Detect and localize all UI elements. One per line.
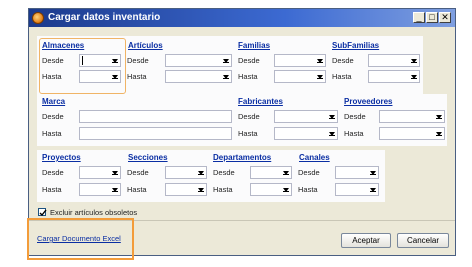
chevron-down-icon: [283, 171, 289, 175]
chevron-down-icon: [112, 188, 118, 192]
chevron-down-icon: [317, 75, 323, 79]
subfamilias-desde-select[interactable]: [368, 54, 420, 67]
check-icon: [39, 209, 47, 217]
chevron-down-icon: [198, 188, 204, 192]
chevron-down-icon: [317, 59, 323, 63]
aceptar-button[interactable]: Aceptar: [341, 233, 391, 248]
canales-desde-label: Desde: [298, 168, 320, 177]
almacenes-desde-select[interactable]: [79, 54, 121, 67]
chevron-down-icon: [112, 75, 118, 79]
proveedores-hasta-select[interactable]: [379, 127, 445, 140]
canales-hasta-select[interactable]: [335, 183, 379, 196]
minimize-button[interactable]: _: [413, 12, 425, 23]
close-button[interactable]: ✕: [439, 12, 451, 23]
chevron-down-icon: [198, 171, 204, 175]
departamentos-desde-label: Desde: [213, 168, 235, 177]
canales-header[interactable]: Canales: [299, 153, 330, 162]
articulos-hasta-label: Hasta: [127, 72, 147, 81]
chevron-down-icon: [223, 75, 229, 79]
proyectos-header[interactable]: Proyectos: [42, 153, 81, 162]
proyectos-desde-select[interactable]: [79, 166, 121, 179]
proveedores-header[interactable]: Proveedores: [344, 97, 392, 106]
excluir-obsoletos-label: Excluir artículos obsoletos: [50, 208, 138, 217]
proyectos-desde-label: Desde: [42, 168, 64, 177]
almacenes-desde-label: Desde: [42, 56, 64, 65]
cancelar-button[interactable]: Cancelar: [397, 233, 449, 248]
proyectos-hasta-label: Hasta: [42, 185, 62, 194]
maximize-button[interactable]: □: [426, 12, 438, 23]
marca-hasta-field[interactable]: [79, 127, 232, 140]
secciones-hasta-select[interactable]: [165, 183, 207, 196]
chevron-down-icon: [283, 188, 289, 192]
chevron-down-icon: [329, 132, 335, 136]
chevron-down-icon: [411, 75, 417, 79]
chevron-down-icon: [411, 59, 417, 63]
familias-hasta-select[interactable]: [274, 70, 326, 83]
chevron-down-icon: [223, 59, 229, 63]
almacenes-hasta-select[interactable]: [79, 70, 121, 83]
secciones-header[interactable]: Secciones: [128, 153, 168, 162]
title-bar[interactable]: Cargar datos inventario _ □ ✕: [29, 9, 455, 27]
almacenes-hasta-label: Hasta: [42, 72, 62, 81]
familias-header[interactable]: Familias: [238, 41, 270, 50]
chevron-down-icon: [370, 171, 376, 175]
chevron-down-icon: [436, 115, 442, 119]
departamentos-header[interactable]: Departamentos: [213, 153, 271, 162]
articulos-header[interactable]: Artículos: [128, 41, 163, 50]
chevron-down-icon: [436, 132, 442, 136]
familias-desde-label: Desde: [238, 56, 260, 65]
articulos-hasta-select[interactable]: [165, 70, 232, 83]
proveedores-hasta-label: Hasta: [344, 129, 364, 138]
proyectos-hasta-select[interactable]: [79, 183, 121, 196]
marca-desde-field[interactable]: [79, 110, 232, 123]
subfamilias-desde-label: Desde: [332, 56, 354, 65]
marca-desde-label: Desde: [42, 112, 64, 121]
secciones-desde-label: Desde: [127, 168, 149, 177]
fabricantes-hasta-label: Hasta: [238, 129, 258, 138]
window-title: Cargar datos inventario: [48, 12, 161, 23]
familias-desde-select[interactable]: [274, 54, 326, 67]
canales-hasta-label: Hasta: [298, 185, 318, 194]
fabricantes-header[interactable]: Fabricantes: [238, 97, 283, 106]
subfamilias-header[interactable]: SubFamilias: [332, 41, 379, 50]
chevron-down-icon: [112, 171, 118, 175]
app-icon: [32, 12, 44, 24]
chevron-down-icon: [112, 59, 118, 63]
proveedores-desde-select[interactable]: [379, 110, 445, 123]
chevron-down-icon: [329, 115, 335, 119]
fabricantes-desde-label: Desde: [238, 112, 260, 121]
chevron-down-icon: [370, 188, 376, 192]
departamentos-desde-select[interactable]: [250, 166, 292, 179]
fabricantes-desde-select[interactable]: [274, 110, 338, 123]
almacenes-header[interactable]: Almacenes: [42, 41, 84, 50]
subfamilias-hasta-label: Hasta: [332, 72, 352, 81]
text-caret: [82, 56, 83, 65]
articulos-desde-select[interactable]: [165, 54, 232, 67]
secciones-desde-select[interactable]: [165, 166, 207, 179]
excel-link-callout-highlight: [27, 218, 134, 260]
secciones-hasta-label: Hasta: [127, 185, 147, 194]
articulos-desde-label: Desde: [127, 56, 149, 65]
fabricantes-hasta-select[interactable]: [274, 127, 338, 140]
departamentos-hasta-select[interactable]: [250, 183, 292, 196]
excluir-obsoletos-checkbox[interactable]: [38, 208, 47, 217]
canales-desde-select[interactable]: [335, 166, 379, 179]
familias-hasta-label: Hasta: [238, 72, 258, 81]
subfamilias-hasta-select[interactable]: [368, 70, 420, 83]
proveedores-desde-label: Desde: [344, 112, 366, 121]
marca-hasta-label: Hasta: [42, 129, 62, 138]
marca-header[interactable]: Marca: [42, 97, 65, 106]
departamentos-hasta-label: Hasta: [213, 185, 233, 194]
